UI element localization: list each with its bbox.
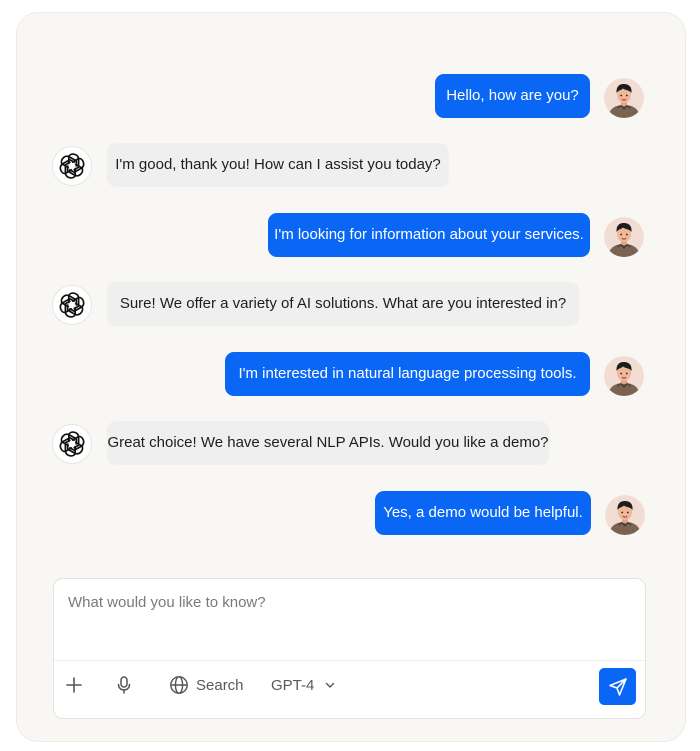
assistant-message: Sure! We offer a variety of AI solutions… (107, 282, 579, 326)
composer-divider (54, 660, 645, 661)
send-button[interactable] (599, 668, 636, 705)
user-message: Yes, a demo would be helpful. (375, 491, 591, 535)
user-avatar (604, 78, 644, 118)
model-selector[interactable]: GPT-4 (271, 675, 336, 695)
user-message: Hello, how are you? (435, 74, 590, 118)
user-message: I'm interested in natural language proce… (225, 352, 590, 396)
openai-logo-icon (52, 424, 92, 464)
model-selector-label: GPT-4 (271, 676, 315, 694)
user-message: I'm looking for information about your s… (268, 213, 590, 257)
openai-logo-icon (52, 285, 92, 325)
send-icon (608, 677, 627, 696)
globe-icon (170, 676, 188, 694)
user-avatar (604, 356, 644, 396)
plus-icon (66, 677, 82, 693)
voice-button[interactable] (114, 675, 134, 695)
attach-button[interactable] (65, 676, 83, 694)
user-avatar (605, 495, 645, 535)
search-button-label: Search (196, 676, 244, 694)
microphone-icon (117, 676, 131, 694)
search-button[interactable]: Search (169, 675, 244, 695)
message-input[interactable] (68, 594, 628, 654)
user-avatar (604, 217, 644, 257)
assistant-message: I'm good, thank you! How can I assist yo… (107, 143, 449, 187)
chevron-down-icon (326, 682, 335, 688)
message-composer: Search GPT-4 (53, 578, 646, 719)
openai-logo-icon (52, 146, 92, 186)
assistant-message: Great choice! We have several NLP APIs. … (107, 421, 549, 465)
